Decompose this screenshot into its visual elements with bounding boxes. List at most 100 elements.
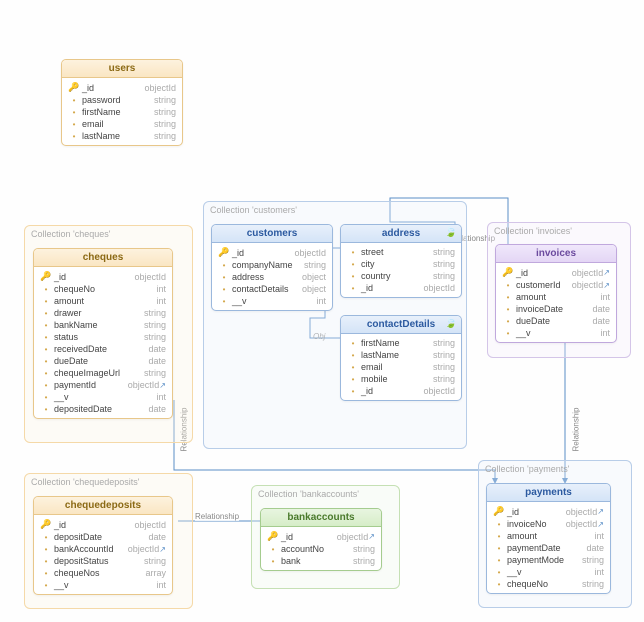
ref-icon: ↗ [603,281,610,290]
field-type: int [152,392,166,402]
rel-label: Relationship [195,512,239,521]
entity-address[interactable]: 🍃 address •streetstring•citystring•count… [340,224,462,298]
field-type: string [578,579,604,589]
container-label: Collection 'payments' [485,464,569,474]
field-type: string [150,107,176,117]
field-list: 🔑_idobjectId•companyNamestring•addressob… [212,243,332,310]
field-row: •depositStatusstring [40,555,166,567]
field-row: 🔑_idobjectId↗ [267,530,375,543]
bullet-icon: • [347,271,359,281]
container-label: Collection 'invoices' [494,226,572,236]
key-icon: 🔑 [68,82,80,93]
field-row: •chequeNostring [493,578,604,590]
entity-bankaccounts[interactable]: bankaccounts 🔑_idobjectId↗•accountNostri… [260,508,382,571]
field-name: bankName [52,320,140,330]
field-name: bank [279,556,349,566]
field-name: address [230,272,298,282]
field-name: bankAccountId [52,544,124,554]
field-row: •_idobjectId [347,282,455,294]
container-label: Collection 'bankaccounts' [258,489,359,499]
entity-title: cheques [34,249,172,267]
entity-invoices[interactable]: invoices 🔑_idobjectId↗•customerIdobjectI… [495,244,617,343]
bullet-icon: • [218,284,230,294]
container-label: Collection 'customers' [210,205,297,215]
field-type: string [349,544,375,554]
container-label: Collection 'cheques' [31,229,110,239]
field-name: __v [230,296,312,306]
field-name: dueDate [52,356,144,366]
field-row: •statusstring [40,331,166,343]
entity-title: address [341,225,461,243]
field-type: string [429,247,455,257]
field-type: objectId [419,283,455,293]
field-name: __v [514,328,596,338]
field-type: string [140,556,166,566]
field-row: •contactDetailsobject [218,283,326,295]
field-type: date [588,304,610,314]
field-name: _id [359,386,419,396]
ref-icon: ↗ [603,268,610,277]
field-name: contactDetails [230,284,298,294]
field-name: __v [52,392,152,402]
bullet-icon: • [40,556,52,566]
field-row: •chequeImageUrlstring [40,367,166,379]
field-type: objectId [124,544,160,554]
rel-label: Relationship [572,407,581,451]
entity-users[interactable]: users 🔑_idobjectId•passwordstring•firstN… [61,59,183,146]
field-row: •receivedDatedate [40,343,166,355]
field-row: •companyNamestring [218,259,326,271]
bullet-icon: • [347,374,359,384]
field-type: string [429,271,455,281]
field-name: __v [505,567,590,577]
bullet-icon: • [493,531,505,541]
field-name: amount [505,531,590,541]
ref-icon: ↗ [597,507,604,516]
field-type: string [578,555,604,565]
key-icon: 🔑 [218,247,230,258]
field-row: 🔑_idobjectId [40,518,166,531]
bullet-icon: • [502,316,514,326]
field-row: 🔑_idobjectId [40,270,166,283]
bullet-icon: • [502,304,514,314]
field-name: _id [80,83,140,93]
bullet-icon: • [493,555,505,565]
field-row: •depositedDatedate [40,403,166,415]
field-type: objectId [419,386,455,396]
field-row: •addressobject [218,271,326,283]
entity-contactdetails[interactable]: 🍃 contactDetails •firstNamestring•lastNa… [340,315,462,401]
bullet-icon: • [40,284,52,294]
field-list: 🔑_idobjectId•passwordstring•firstNamestr… [62,78,182,145]
bullet-icon: • [347,338,359,348]
leaf-icon: 🍃 [445,318,457,329]
field-row: •bankstring [267,555,375,567]
field-name: mobile [359,374,429,384]
field-name: _id [359,283,419,293]
bullet-icon: • [502,328,514,338]
field-type: int [312,296,326,306]
field-type: object [298,284,326,294]
field-row: •bankNamestring [40,319,166,331]
field-type: string [429,374,455,384]
field-type: string [300,260,326,270]
field-type: objectId [130,272,166,282]
entity-payments[interactable]: payments 🔑_idobjectId↗•invoiceNoobjectId… [486,483,611,594]
field-list: •streetstring•citystring•countrystring•_… [341,243,461,297]
field-name: status [52,332,140,342]
bullet-icon: • [347,362,359,372]
field-name: chequeNos [52,568,141,578]
field-row: •passwordstring [68,94,176,106]
bullet-icon: • [40,332,52,342]
bullet-icon: • [218,296,230,306]
field-row: 🔑_idobjectId↗ [493,505,604,518]
field-row: •accountNostring [267,543,375,555]
ref-icon: ↗ [159,381,166,390]
entity-cheques[interactable]: cheques 🔑_idobjectId•chequeNoint•amounti… [33,248,173,419]
entity-customers[interactable]: customers 🔑_idobjectId•companyNamestring… [211,224,333,311]
bullet-icon: • [40,380,52,390]
field-type: int [590,531,604,541]
bullet-icon: • [347,283,359,293]
field-row: •_idobjectId [347,385,455,397]
field-row: •lastNamestring [347,349,455,361]
entity-chequedeposits[interactable]: chequedeposits 🔑_idobjectId•depositDated… [33,496,173,595]
field-name: chequeNo [505,579,578,589]
